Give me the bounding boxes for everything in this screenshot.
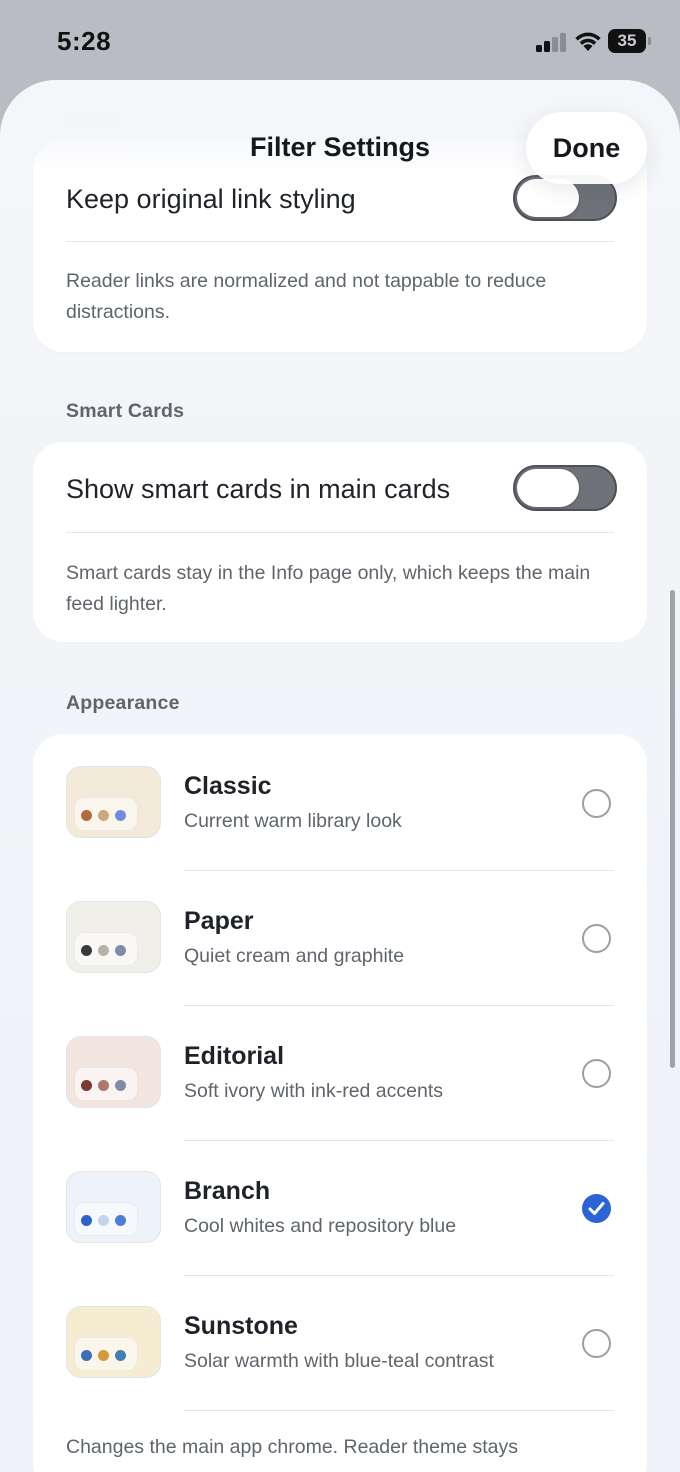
swatch-dot [98,1215,109,1226]
appearance-footer-help: Changes the main app chrome. Reader them… [66,1436,518,1458]
theme-name: Editorial [184,1042,285,1070]
status-time: 5:28 [57,26,112,56]
theme-option-classic[interactable]: Classic Current warm library look [33,736,647,871]
theme-swatch [66,1171,161,1243]
swatch-dot [81,945,92,956]
swatch-dot [115,1080,126,1091]
radio-unchecked-icon[interactable] [582,789,611,818]
section-header-smart-cards: Smart Cards [66,400,185,422]
swatch-dot [115,1215,126,1226]
theme-description: Quiet cream and graphite [184,945,405,967]
theme-description: Current warm library look [184,810,402,832]
done-button[interactable]: Done [526,112,647,184]
swatch-dot [115,810,126,821]
theme-name: Paper [184,907,254,935]
swatch-dot [98,810,109,821]
status-bar: 5:28 35 [0,0,680,80]
theme-swatch [66,1306,161,1378]
swatch-dot [81,1215,92,1226]
swatch-dot [81,1080,92,1091]
swatch-dot [115,945,126,956]
theme-swatch [66,766,161,838]
theme-swatch [66,1036,161,1108]
swatch-dot [81,810,92,821]
wifi-icon [575,32,601,51]
show-smart-cards-label: Show smart cards in main cards [66,474,451,504]
radio-unchecked-icon[interactable] [582,1329,611,1358]
smart-cards-card: Show smart cards in main cards Smart car… [33,442,647,642]
theme-option-branch[interactable]: Branch Cool whites and repository blue [33,1141,647,1276]
reader-links-help: Reader links are normalized and not tapp… [66,270,547,323]
theme-option-paper[interactable]: Paper Quiet cream and graphite [33,871,647,1006]
section-header-appearance: Appearance [66,692,180,714]
cellular-signal-icon [536,32,568,52]
radio-checked-icon[interactable] [582,1194,611,1223]
keep-link-styling-label: Keep original link styling [66,184,356,214]
swatch-dot [115,1350,126,1361]
theme-name: Sunstone [184,1312,298,1340]
appearance-card: Classic Current warm library look Paper Qui… [33,734,647,1472]
smart-cards-help: Smart cards stay in the Info page only, … [66,562,591,615]
show-smart-cards-toggle[interactable] [513,465,617,511]
section-header-reader: Reader [66,110,122,129]
battery-level: 35 [608,29,646,53]
radio-unchecked-icon[interactable] [582,924,611,953]
theme-name: Branch [184,1177,271,1205]
theme-option-sunstone[interactable]: Sunstone Solar warmth with blue-teal cont… [33,1276,647,1411]
theme-description: Solar warmth with blue-teal contrast [184,1350,494,1372]
swatch-dot [98,1080,109,1091]
filter-settings-sheet: Reader Keep original link styling Reader… [0,80,680,1472]
battery-icon: 35 [608,29,652,53]
swatch-dot [81,1350,92,1361]
theme-option-editorial[interactable]: Editorial Soft ivory with ink-red accents [33,1006,647,1141]
theme-description: Cool whites and repository blue [184,1215,457,1237]
radio-unchecked-icon[interactable] [582,1059,611,1088]
theme-description: Soft ivory with ink-red accents [184,1080,444,1102]
swatch-dot [98,1350,109,1361]
theme-name: Classic [184,772,272,800]
swatch-dot [98,945,109,956]
theme-swatch [66,901,161,973]
scrollbar[interactable] [670,590,675,1068]
